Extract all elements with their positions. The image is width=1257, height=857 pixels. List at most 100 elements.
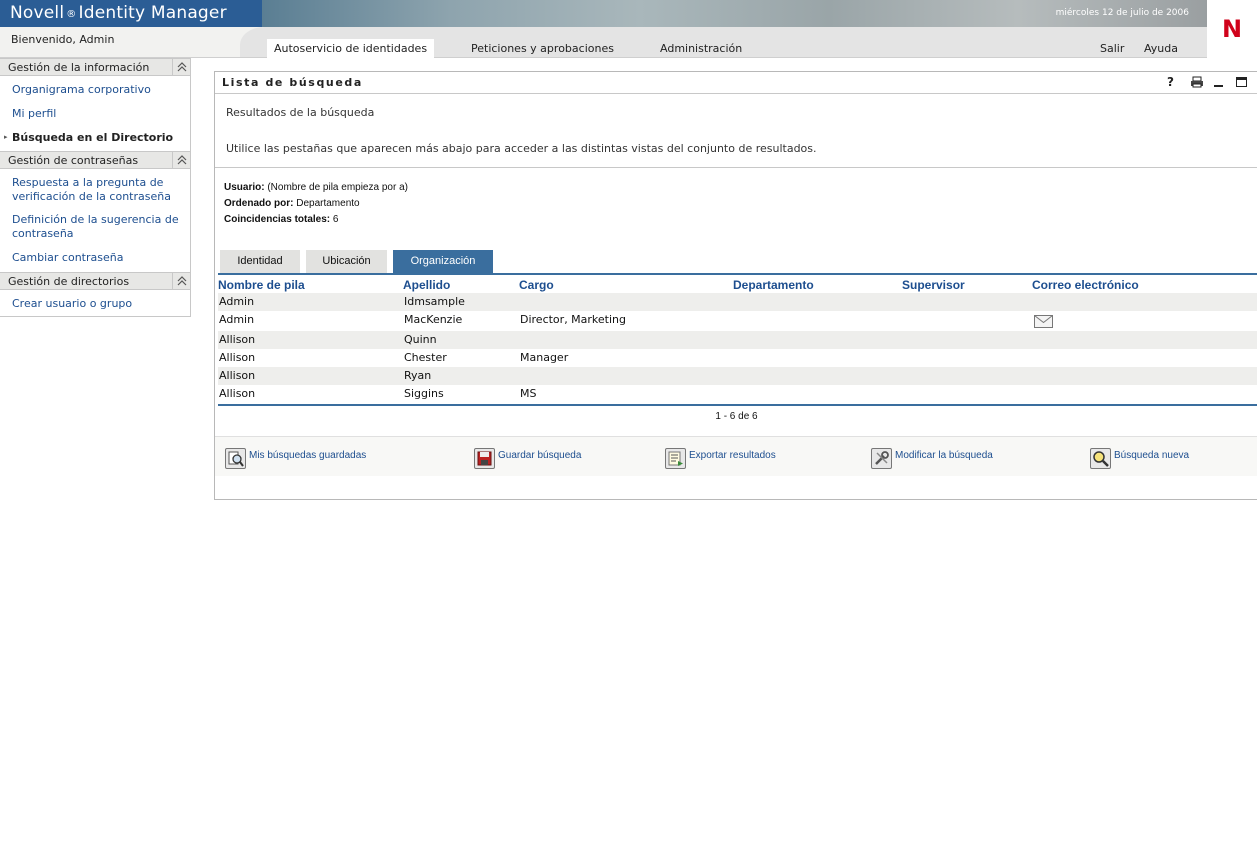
criteria-sort-value: Departamento <box>293 198 360 209</box>
main-navigation: Autoservicio de identidades Peticiones y… <box>240 27 1207 58</box>
action-label: Guardar búsqueda <box>498 450 582 461</box>
criteria-total-value: 6 <box>330 214 339 225</box>
column-header-last-name[interactable]: Apellido <box>403 278 450 292</box>
criteria-total: Coincidencias totales: 6 <box>224 214 338 225</box>
sidebar-item-challenge-response[interactable]: Respuesta a la pregunta de verificación … <box>12 176 187 204</box>
cell-last-name: Quinn <box>404 333 437 346</box>
wrench-icon <box>871 448 892 469</box>
help-link[interactable]: Ayuda <box>1137 39 1185 58</box>
cell-last-name: Idmsample <box>404 295 465 308</box>
cell-last-name: Ryan <box>404 369 432 382</box>
tab-location[interactable]: Ubicación <box>306 250 387 273</box>
brand-bar: Novell ® Identity Manager <box>0 0 262 27</box>
criteria-sort-label: Ordenado por: <box>224 198 294 209</box>
divider <box>215 167 1257 168</box>
tab-identity-self-service[interactable]: Autoservicio de identidades <box>267 39 435 58</box>
cell-title: Director, Marketing <box>520 313 627 326</box>
pagination-status: 1 - 6 de 6 <box>715 411 758 422</box>
email-envelope-icon[interactable] <box>1034 315 1053 331</box>
collapse-icon[interactable] <box>172 273 190 290</box>
column-header-title[interactable]: Cargo <box>519 278 554 292</box>
help-icon[interactable]: ? <box>1167 75 1181 89</box>
sidebar: Gestión de la información Organigrama co… <box>0 58 191 317</box>
collapse-icon[interactable] <box>172 59 190 76</box>
action-label: Búsqueda nueva <box>1114 450 1190 461</box>
sidebar-section-title: Gestión de contraseñas <box>8 154 139 167</box>
table-row[interactable]: Admin MacKenzie Director, Marketing <box>218 311 1257 331</box>
criteria-user-label: Usuario: <box>224 182 265 193</box>
cell-title: Manager <box>520 351 569 364</box>
cell-last-name: Siggins <box>404 387 444 400</box>
criteria-sort: Ordenado por: Departamento <box>224 198 360 209</box>
welcome-bar: Bienvenido, Admin <box>0 27 262 58</box>
action-label: Mis búsquedas guardadas <box>249 450 367 461</box>
search-list-portlet: Lista de búsqueda ? Resultados de la bús… <box>214 71 1257 500</box>
column-header-supervisor[interactable]: Supervisor <box>902 278 965 292</box>
product-title: Novell ® Identity Manager <box>10 3 227 23</box>
tab-identity[interactable]: Identidad <box>220 250 300 273</box>
table-bottom-rule <box>218 404 1257 406</box>
sidebar-item-directory-search[interactable]: Búsqueda en el Directorio <box>12 131 187 145</box>
sidebar-section-directories[interactable]: Gestión de directorios <box>0 272 190 290</box>
sidebar-item-org-chart[interactable]: Organigrama corporativo <box>12 83 187 97</box>
current-item-bullet-icon: ▸ <box>4 133 8 141</box>
cell-last-name: MacKenzie <box>404 313 463 326</box>
tab-underline <box>218 273 1257 275</box>
action-label: Exportar resultados <box>689 450 776 461</box>
table-row[interactable]: Admin Idmsample <box>218 293 1257 311</box>
criteria-user-value: (Nombre de pila empieza por a) <box>264 182 408 193</box>
tab-administration[interactable]: Administración <box>653 39 749 58</box>
cell-first-name[interactable]: Allison <box>219 333 255 346</box>
sidebar-item-change-password[interactable]: Cambiar contraseña <box>12 251 187 265</box>
portlet-titlebar: Lista de búsqueda ? <box>215 72 1257 94</box>
saved-searches-icon <box>225 448 246 469</box>
sidebar-item-create-user-group[interactable]: Crear usuario o grupo <box>12 297 187 311</box>
welcome-message: Bienvenido, Admin <box>11 33 115 46</box>
sidebar-item-password-hint[interactable]: Definición de la sugerencia de contraseñ… <box>12 213 187 241</box>
registered-mark: ® <box>66 9 77 20</box>
cell-first-name[interactable]: Allison <box>219 351 255 364</box>
current-date: miércoles 12 de julio de 2006 <box>1055 8 1189 18</box>
minimize-icon[interactable] <box>1212 75 1226 89</box>
cell-first-name[interactable]: Admin <box>219 313 254 326</box>
criteria-total-label: Coincidencias totales: <box>224 214 331 225</box>
column-header-email[interactable]: Correo electrónico <box>1032 278 1139 292</box>
collapse-icon[interactable] <box>172 152 190 169</box>
sidebar-section-information[interactable]: Gestión de la información <box>0 58 190 76</box>
print-icon[interactable] <box>1190 75 1204 89</box>
search-actions-bar: Mis búsquedas guardadas Guardar búsqueda… <box>215 436 1257 476</box>
export-list-icon <box>665 448 686 469</box>
criteria-user: Usuario: (Nombre de pila empieza por a) <box>224 182 408 193</box>
action-label: Modificar la búsqueda <box>895 450 993 461</box>
novell-logo: N <box>1207 0 1257 58</box>
cell-last-name: Chester <box>404 351 447 364</box>
maximize-icon[interactable] <box>1235 75 1249 89</box>
sidebar-section-title: Gestión de directorios <box>8 275 130 288</box>
cell-first-name[interactable]: Admin <box>219 295 254 308</box>
floppy-disk-icon <box>474 448 495 469</box>
magnifier-icon <box>1090 448 1111 469</box>
table-row[interactable]: Allison Ryan <box>218 367 1257 385</box>
results-instructions: Utilice las pestañas que aparecen más ab… <box>226 142 817 155</box>
brand-product: Identity Manager <box>78 3 227 23</box>
table-row[interactable]: Allison Chester Manager <box>218 349 1257 367</box>
sidebar-section-passwords[interactable]: Gestión de contraseñas <box>0 151 190 169</box>
logout-link[interactable]: Salir <box>1093 39 1131 58</box>
cell-title: MS <box>520 387 537 400</box>
results-heading: Resultados de la búsqueda <box>226 106 375 119</box>
sidebar-section-title: Gestión de la información <box>8 61 150 74</box>
portlet-title: Lista de búsqueda <box>222 76 363 89</box>
table-row[interactable]: Allison Quinn <box>218 331 1257 349</box>
column-header-department[interactable]: Departamento <box>733 278 814 292</box>
cell-first-name[interactable]: Allison <box>219 387 255 400</box>
header-banner: miércoles 12 de julio de 2006 <box>262 0 1207 27</box>
tab-organization[interactable]: Organización <box>393 250 493 273</box>
table-row[interactable]: Allison Siggins MS <box>218 385 1257 403</box>
cell-first-name[interactable]: Allison <box>219 369 255 382</box>
app-header: Novell ® Identity Manager miércoles 12 de … <box>0 0 1257 58</box>
novell-logo-letter: N <box>1222 15 1243 43</box>
column-header-first-name[interactable]: Nombre de pila <box>218 278 305 292</box>
tab-requests-approvals[interactable]: Peticiones y aprobaciones <box>464 39 621 58</box>
brand-name: Novell <box>10 3 65 23</box>
sidebar-item-my-profile[interactable]: Mi perfil <box>12 107 187 121</box>
